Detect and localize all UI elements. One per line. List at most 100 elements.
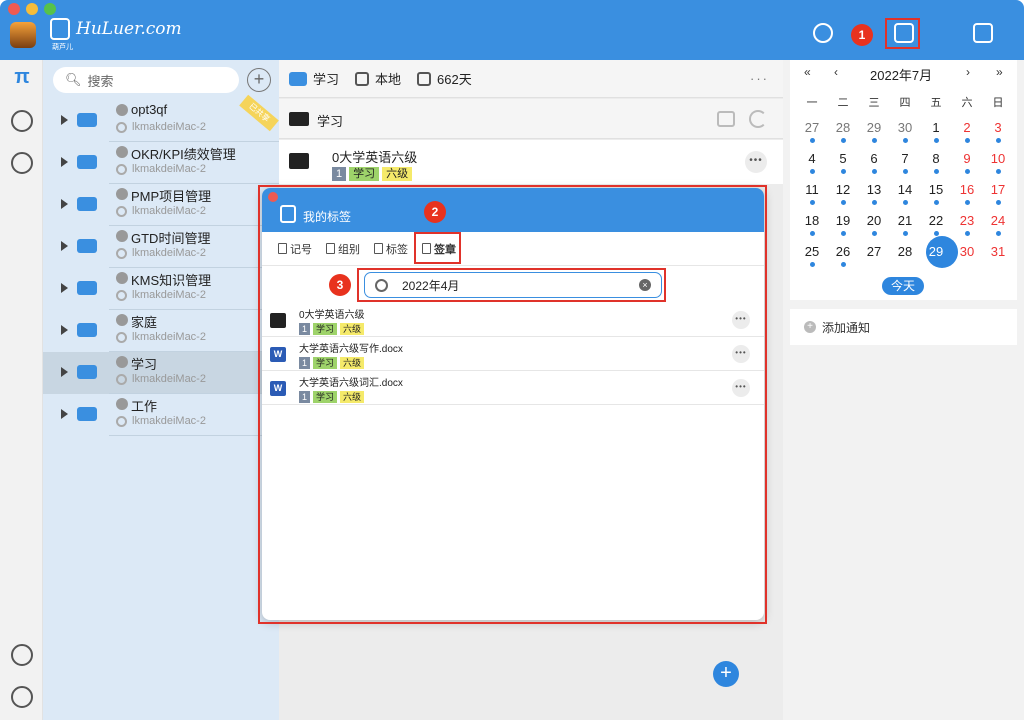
search-input[interactable]: 🔍︎ 搜索: [53, 67, 239, 93]
tab-workspace[interactable]: 学习: [289, 69, 339, 88]
calendar-day[interactable]: 4: [798, 151, 826, 166]
app-logo: [10, 22, 36, 48]
event-dot: [841, 138, 846, 143]
event-dot: [872, 169, 877, 174]
expand-arrow-icon[interactable]: [61, 367, 68, 377]
calendar-day[interactable]: 23: [953, 213, 981, 228]
settings-gear-icon[interactable]: [11, 686, 33, 708]
plus-icon: +: [804, 321, 816, 333]
workspace-device: lkmakdeiMac-2: [132, 163, 206, 175]
event-dot: [934, 138, 939, 143]
add-notification-button[interactable]: + 添加通知: [790, 309, 1017, 345]
calendar-day[interactable]: 9: [953, 151, 981, 166]
workspaces-nav-icon[interactable]: π: [11, 66, 33, 88]
calendar-day[interactable]: 30: [953, 244, 981, 259]
calendar-day[interactable]: 1: [922, 120, 950, 135]
expand-arrow-icon[interactable]: [61, 325, 68, 335]
calendar-day[interactable]: 8: [922, 151, 950, 166]
today-button[interactable]: 今天: [882, 277, 924, 295]
calendar-day[interactable]: 12: [829, 182, 857, 197]
workspace-item[interactable]: KMS知识管理 lkmakdeiMac-2: [43, 268, 279, 310]
calendar-day[interactable]: 2: [953, 120, 981, 135]
switch-view-icon[interactable]: [717, 111, 735, 127]
calendar-day[interactable]: 20: [860, 213, 888, 228]
calendar-day[interactable]: 21: [891, 213, 919, 228]
calendar-day[interactable]: 29: [860, 120, 888, 135]
cloud-upload-icon[interactable]: [11, 644, 33, 666]
calendar-day[interactable]: 3: [984, 120, 1012, 135]
prev-month-button[interactable]: ‹: [834, 65, 838, 79]
calendar-day[interactable]: 13: [860, 182, 888, 197]
workspace-item[interactable]: 工作 lkmakdeiMac-2: [43, 394, 279, 436]
calendar-day[interactable]: 25: [798, 244, 826, 259]
workspace-item[interactable]: opt3qf lkmakdeiMac-2 已共享: [43, 94, 279, 142]
item-more-button[interactable]: •••: [745, 151, 767, 173]
expand-arrow-icon[interactable]: [61, 115, 68, 125]
calendar-day[interactable]: 22: [922, 213, 950, 228]
expand-arrow-icon[interactable]: [61, 283, 68, 293]
search-history-icon[interactable]: [813, 23, 833, 43]
cloud-folder-icon: [289, 153, 309, 169]
calendar-day[interactable]: 18: [798, 213, 826, 228]
calendar-day[interactable]: 19: [829, 213, 857, 228]
add-workspace-button[interactable]: +: [247, 68, 271, 92]
event-dot: [841, 200, 846, 205]
event-dot: [965, 169, 970, 174]
calendar-day[interactable]: 24: [984, 213, 1012, 228]
item-title: 0大学英语六级: [332, 150, 418, 165]
calendar-day[interactable]: 10: [984, 151, 1012, 166]
workspace-item[interactable]: PMP项目管理 lkmakdeiMac-2: [43, 184, 279, 226]
refresh-icon[interactable]: [749, 110, 767, 128]
zoom-window-button[interactable]: [44, 3, 56, 15]
add-button[interactable]: +: [713, 661, 739, 687]
calendar-day[interactable]: 15: [922, 182, 950, 197]
workspace-item-selected[interactable]: 学习 lkmakdeiMac-2: [43, 352, 279, 394]
calendar-day[interactable]: 7: [891, 151, 919, 166]
workspace-name: 家庭: [131, 315, 158, 330]
calendar-day[interactable]: 17: [984, 182, 1012, 197]
expand-arrow-icon[interactable]: [61, 157, 68, 167]
calendar-day[interactable]: 5: [829, 151, 857, 166]
apps-nav-icon[interactable]: [11, 152, 33, 174]
tab-local[interactable]: 本地: [355, 69, 401, 88]
calendar-day[interactable]: 29: [922, 244, 950, 259]
calendar-icon[interactable]: [973, 23, 993, 43]
expand-arrow-icon[interactable]: [61, 409, 68, 419]
calendar-day[interactable]: 14: [891, 182, 919, 197]
expand-arrow-icon[interactable]: [61, 241, 68, 251]
device-icon: [116, 416, 127, 427]
calendar-day[interactable]: 11: [798, 182, 826, 197]
event-dot: [841, 231, 846, 236]
tag-level6[interactable]: 六级: [382, 167, 413, 181]
calendar-day[interactable]: 6: [860, 151, 888, 166]
event-dot: [872, 200, 877, 205]
calendar-panel: « ‹ 2022年7月 › » 一 二 三 四 五 六 日 27 28 29 30 1 2…: [783, 60, 1024, 720]
calendar-day[interactable]: 26: [829, 244, 857, 259]
workspace-item[interactable]: OKR/KPI绩效管理 lkmakdeiMac-2: [43, 142, 279, 184]
calendar-day[interactable]: 28: [891, 244, 919, 259]
minimize-window-button[interactable]: [26, 3, 38, 15]
weekday-label: 五: [930, 97, 942, 109]
calendar-day[interactable]: 28: [829, 120, 857, 135]
tab-days[interactable]: 662天: [417, 69, 472, 88]
prev-year-button[interactable]: «: [804, 65, 811, 79]
more-options-button[interactable]: ···: [750, 71, 769, 86]
close-window-button[interactable]: [8, 3, 20, 15]
workspace-item[interactable]: GTD时间管理 lkmakdeiMac-2: [43, 226, 279, 268]
next-month-button[interactable]: ›: [966, 65, 970, 79]
calendar-day[interactable]: 27: [798, 120, 826, 135]
next-year-button[interactable]: »: [996, 65, 1003, 79]
calendar-day[interactable]: 16: [953, 182, 981, 197]
workspace-item[interactable]: 家庭 lkmakdeiMac-2: [43, 310, 279, 352]
tag-study[interactable]: 学习: [349, 167, 380, 181]
expand-arrow-icon[interactable]: [61, 199, 68, 209]
calendar-day[interactable]: 30: [891, 120, 919, 135]
list-item[interactable]: 0大学英语六级 1 学习 六级 •••: [279, 140, 783, 184]
weekday-label: 一: [806, 97, 818, 109]
user-icon: [116, 398, 128, 410]
calendar-day[interactable]: 27: [860, 244, 888, 259]
brain-nav-icon[interactable]: [11, 110, 33, 132]
calendar-day[interactable]: 31: [984, 244, 1012, 259]
workspace-name: PMP项目管理: [131, 189, 212, 204]
weekday-label: 日: [992, 97, 1004, 109]
